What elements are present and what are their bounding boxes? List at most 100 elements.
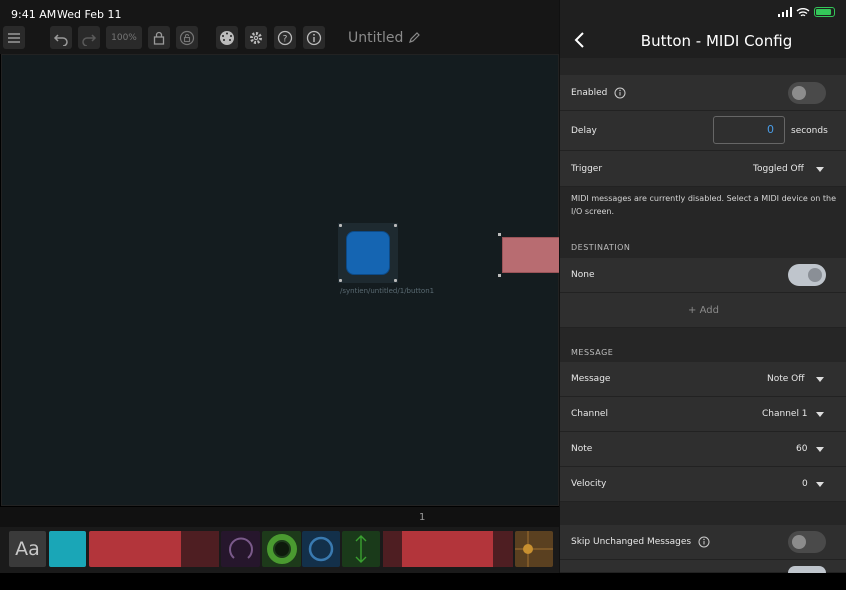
- signal-icon: [778, 7, 792, 17]
- undo-icon: [53, 33, 68, 46]
- info-icon: [306, 30, 322, 45]
- channel-row[interactable]: Channel Channel 1: [560, 397, 846, 432]
- toggle-off-segment: [383, 531, 402, 567]
- channel-value: Channel 1: [762, 409, 808, 419]
- status-bar: 9:41 AM Wed Feb 11: [0, 0, 560, 26]
- destination-toggle[interactable]: [788, 264, 826, 286]
- panel-title: Button - MIDI Config: [640, 32, 793, 50]
- canvas[interactable]: /syntien/untitled/1/button1: [1, 54, 560, 506]
- widget-osc-path: /syntien/untitled/1/button1: [340, 287, 435, 295]
- velocity-row[interactable]: Velocity 0: [560, 467, 846, 502]
- velocity-value: 0: [802, 479, 808, 489]
- selected-widget[interactable]: [338, 223, 398, 283]
- page-bar: 1: [0, 507, 560, 527]
- note-label: Note: [571, 444, 593, 454]
- channel-label: Channel: [571, 409, 608, 419]
- wifi-icon: [796, 8, 810, 17]
- resize-handle[interactable]: [339, 224, 342, 227]
- resize-handle[interactable]: [498, 233, 501, 236]
- help-icon: ?: [277, 30, 293, 45]
- midi-button[interactable]: [216, 26, 238, 49]
- destination-label: None: [571, 270, 595, 280]
- palette-encoder-widget[interactable]: [262, 531, 301, 567]
- add-destination-row[interactable]: + Add: [560, 293, 846, 328]
- next-row-toggle[interactable]: [788, 566, 826, 573]
- midi-config-panel: Button - MIDI Config Enabled Delay secon…: [559, 0, 846, 573]
- lock-icon: [153, 31, 165, 45]
- palette-text-tool[interactable]: Aa: [9, 531, 46, 567]
- note-row[interactable]: Note 60: [560, 432, 846, 467]
- unlock-icon: [179, 30, 195, 45]
- help-button[interactable]: ?: [274, 26, 296, 49]
- skip-unchanged-row: Skip Unchanged Messages: [560, 525, 846, 560]
- chevron-down-icon: [816, 447, 824, 452]
- toggle-knob: [792, 535, 806, 549]
- skip-unchanged-toggle[interactable]: [788, 531, 826, 553]
- trigger-row[interactable]: Trigger Toggled Off: [560, 151, 846, 187]
- knob-icon: [228, 537, 253, 559]
- chevron-down-icon: [816, 167, 824, 172]
- pencil-icon[interactable]: [408, 31, 421, 44]
- status-date: Wed Feb 11: [57, 8, 122, 21]
- menu-button[interactable]: [3, 26, 25, 49]
- info-icon[interactable]: [614, 87, 626, 99]
- chevron-down-icon: [816, 412, 824, 417]
- delay-input[interactable]: 0: [713, 116, 785, 144]
- home-indicator-area: [0, 573, 846, 590]
- velocity-label: Velocity: [571, 479, 607, 489]
- redo-icon: [82, 33, 97, 46]
- resize-handle[interactable]: [394, 279, 397, 282]
- resize-handle[interactable]: [394, 224, 397, 227]
- document-title[interactable]: Untitled: [348, 30, 403, 46]
- palette-toggle-widget[interactable]: [89, 531, 219, 567]
- toolbar: 100% ? Untitled: [0, 26, 560, 54]
- menu-icon: [8, 32, 20, 43]
- xy-pad-icon: [515, 531, 553, 567]
- panel-status-bar: [560, 0, 846, 24]
- toggle-knob: [792, 86, 806, 100]
- palette-button-widget[interactable]: [49, 531, 86, 567]
- destination-row[interactable]: None: [560, 258, 846, 293]
- toggle-off-segment: [493, 531, 513, 567]
- info-button[interactable]: [303, 26, 325, 49]
- delay-label: Delay: [571, 126, 597, 136]
- battery-icon: [814, 7, 835, 17]
- midi-disabled-notice: MIDI messages are currently disabled. Se…: [571, 194, 837, 216]
- resize-handle[interactable]: [498, 274, 501, 277]
- info-icon[interactable]: [698, 536, 710, 548]
- next-row-partial: [560, 560, 846, 573]
- panel-header: Button - MIDI Config: [560, 24, 846, 58]
- settings-button[interactable]: [245, 26, 267, 49]
- lock-button[interactable]: [148, 26, 170, 49]
- zoom-level[interactable]: 100%: [106, 26, 142, 49]
- redo-button[interactable]: [78, 26, 100, 49]
- toggle-widget[interactable]: [502, 237, 560, 273]
- palette-toggle-widget[interactable]: [383, 531, 513, 567]
- trigger-value: Toggled Off: [753, 164, 804, 174]
- message-label: Message: [571, 374, 611, 384]
- widget-palette: Aa: [0, 527, 560, 573]
- page-number[interactable]: 1: [419, 512, 425, 523]
- palette-fader-widget[interactable]: [342, 531, 380, 567]
- enabled-label: Enabled: [571, 88, 608, 98]
- palette-knob-blue-widget[interactable]: [302, 531, 340, 567]
- unlock-button[interactable]: [176, 26, 198, 49]
- palette-xy-pad-widget[interactable]: [515, 531, 553, 567]
- enabled-row: Enabled: [560, 75, 846, 111]
- knob-icon: [308, 536, 334, 562]
- delay-row: Delay seconds: [560, 111, 846, 151]
- delay-unit: seconds: [791, 126, 828, 136]
- add-destination-button[interactable]: + Add: [560, 305, 846, 316]
- enabled-toggle[interactable]: [788, 82, 826, 104]
- resize-handle[interactable]: [339, 279, 342, 282]
- svg-text:?: ?: [283, 34, 288, 44]
- palette-knob-widget[interactable]: [221, 531, 260, 567]
- undo-button[interactable]: [50, 26, 72, 49]
- message-row[interactable]: Message Note Off: [560, 362, 846, 397]
- skip-unchanged-label: Skip Unchanged Messages: [571, 537, 692, 547]
- gear-icon: [250, 31, 262, 44]
- destination-header: DESTINATION: [571, 243, 631, 252]
- note-value: 60: [796, 444, 808, 454]
- button-widget[interactable]: [346, 231, 390, 275]
- message-value: Note Off: [767, 374, 805, 384]
